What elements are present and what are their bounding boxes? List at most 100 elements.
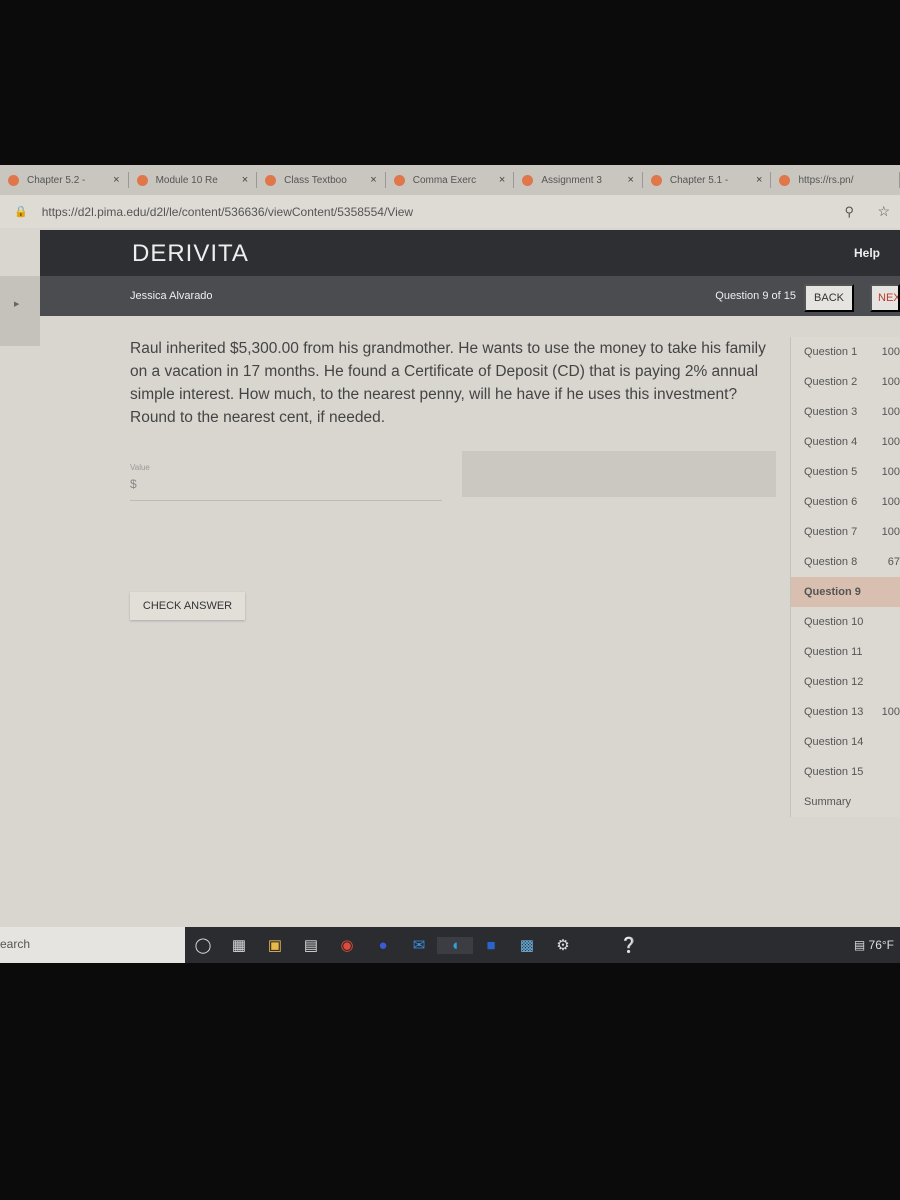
news-icon: ▤: [853, 938, 869, 952]
favorite-star-icon[interactable]: ☆: [877, 203, 890, 220]
browser-tab[interactable]: Comma Exerc ×: [386, 172, 515, 188]
tab-title: Assignment 3: [541, 174, 602, 186]
question-nav-item[interactable]: Question 10: [791, 607, 900, 637]
tab-title: Module 10 Re: [155, 174, 218, 186]
tab-favicon-icon: [522, 174, 534, 186]
edge-icon[interactable]: ◖: [437, 936, 473, 954]
sub-header: Jessica Alvarado Question 9 of 15 BACK N…: [40, 276, 900, 316]
app-w-icon[interactable]: ●: [365, 937, 401, 954]
question-nav-item[interactable]: Question 13 100: [791, 697, 900, 727]
question-nav-label: Question 10: [804, 616, 864, 628]
store-icon[interactable]: ▤: [293, 936, 329, 954]
question-nav-item[interactable]: Question 12: [791, 667, 900, 697]
question-nav-item[interactable]: Question 14: [791, 727, 900, 757]
help-link[interactable]: Help: [854, 246, 880, 260]
next-button[interactable]: NEXT: [870, 284, 900, 312]
value-input[interactable]: $: [130, 475, 442, 501]
tab-close-icon[interactable]: ×: [627, 174, 633, 186]
question-nav-label: Question 9: [804, 586, 861, 598]
value-label: Value: [130, 463, 150, 472]
tab-title: https://rs.pn/: [798, 174, 854, 186]
question-nav-item[interactable]: Question 2 100: [791, 367, 900, 397]
question-nav-label: Question 5: [804, 466, 858, 478]
zoom-icon[interactable]: ⚲: [844, 204, 854, 220]
question-score: 100: [881, 346, 900, 358]
question-nav-item[interactable]: Summary: [791, 787, 900, 817]
weather-widget[interactable]: ▤ 76°F: [854, 938, 894, 952]
tab-close-icon[interactable]: ×: [499, 174, 505, 186]
question-score: 100: [881, 496, 900, 508]
question-nav-item[interactable]: Question 11: [791, 637, 900, 667]
question-nav-item[interactable]: Question 8 67: [791, 547, 900, 577]
question-nav-item[interactable]: Question 5 100: [791, 457, 900, 487]
tab-title: Comma Exerc: [412, 174, 477, 186]
cortana-icon[interactable]: ◯: [185, 936, 221, 954]
question-nav-label: Question 8: [804, 556, 858, 568]
browser-tab[interactable]: Assignment 3 ×: [514, 172, 643, 188]
lock-icon: 🔒: [14, 206, 28, 218]
brand-logo: DERIVITA: [132, 240, 249, 267]
file-explorer-icon[interactable]: ▣: [257, 936, 293, 954]
question-text: Raul inherited $5,300.00 from his grandm…: [130, 340, 766, 426]
question-nav-item[interactable]: Question 1 100: [791, 337, 900, 367]
tab-favicon-icon: [265, 174, 277, 186]
photos-icon[interactable]: ▩: [509, 936, 545, 954]
question-progress: Question 9 of 15: [715, 290, 796, 302]
user-name: Jessica Alvarado: [130, 290, 213, 302]
settings-icon[interactable]: ⚙: [545, 936, 581, 954]
tab-title: Chapter 5.1 -: [669, 174, 729, 186]
question-nav-label: Question 11: [804, 646, 863, 658]
tab-title: Class Textboo: [284, 174, 347, 186]
question-list: Question 1 100 Question 2 100 Question 3 100 Q…: [790, 337, 900, 817]
mail-icon[interactable]: ✉: [401, 936, 437, 954]
dollar-prefix: $: [130, 477, 137, 491]
question-nav-label: Question 12: [804, 676, 864, 688]
question-nav-label: Question 6: [804, 496, 858, 508]
url-text[interactable]: https://d2l.pima.edu/d2l/le/content/5366…: [42, 205, 413, 219]
question-nav-label: Question 3: [804, 406, 858, 418]
question-nav-item[interactable]: Question 7 100: [791, 517, 900, 547]
question-score: 67: [887, 556, 900, 568]
browser-tab[interactable]: Chapter 5.2 - ×: [0, 172, 129, 188]
taskbar-search[interactable]: earch: [0, 927, 185, 963]
question-score: 100: [881, 436, 900, 448]
browser-tab[interactable]: Module 10 Re ×: [129, 172, 258, 188]
tab-close-icon[interactable]: ×: [113, 174, 119, 186]
question-nav-label: Question 13: [804, 706, 864, 718]
question-nav-item[interactable]: Question 9: [791, 577, 900, 607]
tab-close-icon[interactable]: ×: [756, 174, 762, 186]
chrome-icon[interactable]: ◉: [329, 936, 365, 954]
question-nav-item[interactable]: Question 15: [791, 757, 900, 787]
collapsed-panel[interactable]: ▶: [0, 276, 40, 346]
expand-arrow-icon[interactable]: ▶: [14, 300, 19, 308]
app-header: DERIVITA Help: [40, 230, 900, 276]
question-nav-label: Question 1: [804, 346, 858, 358]
tab-favicon-icon: [650, 174, 662, 186]
word-icon[interactable]: ■: [473, 937, 509, 954]
tab-title: Chapter 5.2 -: [27, 174, 86, 186]
browser-tab[interactable]: Chapter 5.1 - ×: [643, 172, 772, 188]
browser-tab[interactable]: Class Textboo ×: [257, 172, 386, 188]
taskbar: earch ◯ ▦ ▣ ▤ ◉ ● ✉ ◖ ■ ▩ ⚙ ❔ ▤ 76°F: [0, 927, 900, 963]
tab-favicon-icon: [779, 174, 791, 186]
question-nav-label: Question 2: [804, 376, 858, 388]
browser-tab[interactable]: https://rs.pn/: [771, 172, 900, 188]
task-view-icon[interactable]: ▦: [221, 936, 257, 954]
question-nav-item[interactable]: Question 6 100: [791, 487, 900, 517]
tab-favicon-icon: [8, 174, 19, 186]
browser-tabs: Chapter 5.2 - × Module 10 Re × Class Textboo…: [0, 165, 900, 195]
question-nav-item[interactable]: Question 4 100: [791, 427, 900, 457]
question-score: 100: [881, 706, 900, 718]
tab-favicon-icon: [136, 174, 148, 186]
question-nav-item[interactable]: Question 3 100: [791, 397, 900, 427]
tab-close-icon[interactable]: ×: [370, 174, 376, 186]
tab-close-icon[interactable]: ×: [242, 174, 248, 186]
help-app-icon[interactable]: ❔: [611, 936, 647, 954]
question-score: 100: [881, 466, 900, 478]
check-answer-button[interactable]: CHECK ANSWER: [130, 592, 245, 620]
question-score: 100: [881, 376, 900, 388]
weather-temp: 76°F: [868, 938, 894, 952]
back-button[interactable]: BACK: [804, 284, 854, 312]
address-bar[interactable]: 🔒 https://d2l.pima.edu/d2l/le/content/53…: [0, 195, 900, 228]
question-nav-label: Question 14: [804, 736, 864, 748]
